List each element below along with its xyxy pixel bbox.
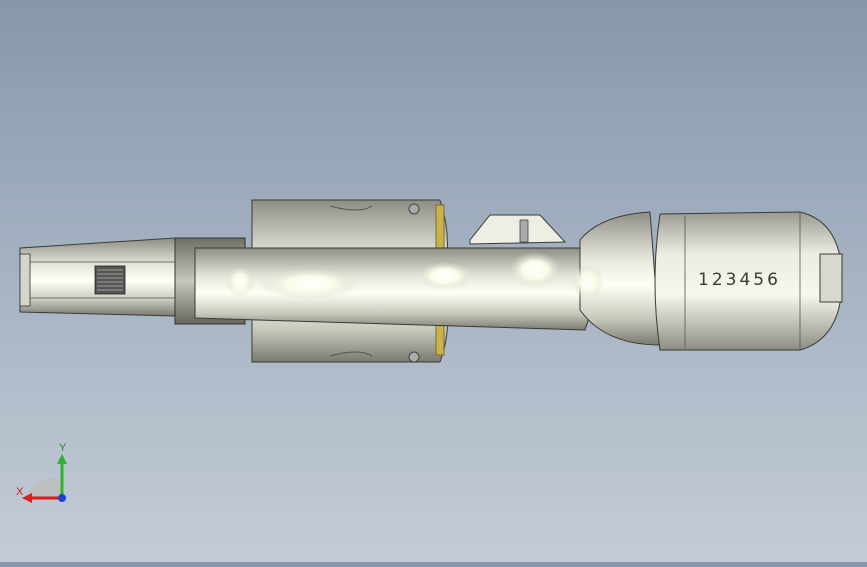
x-axis-label: X	[16, 486, 24, 498]
triad-plane	[28, 477, 62, 498]
z-axis-dot	[58, 494, 66, 502]
barrel	[19, 237, 176, 317]
graphics-viewport[interactable]: 123456	[0, 0, 867, 562]
rear-sight	[469, 214, 567, 245]
serial-number-engraving: 123456	[698, 270, 781, 290]
y-axis-label: Y	[59, 442, 67, 454]
